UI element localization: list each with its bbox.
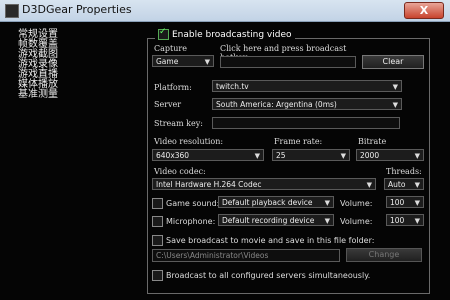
sidebar-item-benchmark[interactable]: 基准测量 bbox=[18, 90, 128, 100]
stream-key-input[interactable] bbox=[212, 117, 400, 129]
game-volume-label: Volume: bbox=[340, 199, 373, 208]
game-sound-label: Game sound: bbox=[166, 199, 220, 208]
framerate-select[interactable]: 25 ▼ bbox=[272, 149, 350, 161]
bitrate-value: 2000 bbox=[360, 151, 380, 160]
game-sound-device-select[interactable]: Default playback device ▼ bbox=[218, 196, 334, 208]
threads-value: Auto bbox=[388, 180, 406, 189]
properties-window: D3DGear Properties X 常规设置 帧数覆盖 游戏截图 游戏录像… bbox=[0, 0, 450, 300]
title-bar[interactable]: D3DGear Properties X bbox=[0, 0, 450, 22]
hotkey-input[interactable] bbox=[220, 56, 356, 68]
checkbox-unchecked-icon bbox=[152, 270, 163, 281]
capture-select[interactable]: Game ▼ bbox=[152, 55, 214, 67]
chevron-down-icon: ▼ bbox=[392, 101, 398, 109]
server-select[interactable]: South America: Argentina (0ms) ▼ bbox=[212, 98, 402, 110]
chevron-down-icon: ▼ bbox=[392, 83, 398, 91]
save-path-input[interactable]: C:\Users\Administrator\Videos bbox=[152, 249, 340, 262]
game-volume-select[interactable]: 100 ▼ bbox=[386, 196, 424, 208]
framerate-value: 25 bbox=[276, 151, 286, 160]
microphone-checkbox[interactable]: Microphone: bbox=[152, 216, 215, 227]
framerate-label: Frame rate: bbox=[274, 137, 323, 146]
platform-select[interactable]: twitch.tv ▼ bbox=[212, 80, 402, 92]
resolution-label: Video resolution: bbox=[154, 137, 224, 146]
chevron-down-icon: ▼ bbox=[254, 152, 260, 160]
threads-label: Threads: bbox=[386, 167, 422, 176]
game-sound-checkbox[interactable]: Game sound: bbox=[152, 198, 219, 209]
checkbox-unchecked-icon bbox=[152, 216, 163, 227]
chevron-down-icon: ▼ bbox=[414, 152, 420, 160]
codec-select[interactable]: Intel Hardware H.264 Codec ▼ bbox=[152, 178, 376, 190]
save-broadcast-checkbox[interactable]: Save broadcast to movie and save in this… bbox=[152, 235, 374, 246]
bitrate-label: Bitrate bbox=[358, 137, 387, 146]
resolution-select[interactable]: 640x360 ▼ bbox=[152, 149, 264, 161]
chevron-down-icon: ▼ bbox=[414, 181, 420, 189]
microphone-device-select[interactable]: Default recording device ▼ bbox=[218, 214, 334, 226]
microphone-label: Microphone: bbox=[166, 217, 216, 226]
capture-value: Game bbox=[156, 57, 179, 66]
chevron-down-icon: ▼ bbox=[324, 217, 330, 225]
save-broadcast-label: Save broadcast to movie and save in this… bbox=[166, 236, 375, 245]
server-label: Server bbox=[154, 100, 182, 109]
chevron-down-icon: ▼ bbox=[340, 152, 346, 160]
chevron-down-icon: ▼ bbox=[366, 181, 372, 189]
app-icon bbox=[5, 4, 19, 18]
close-button[interactable]: X bbox=[404, 2, 444, 19]
all-servers-checkbox[interactable]: Broadcast to all configured servers simu… bbox=[152, 270, 370, 281]
stream-key-label: Stream key: bbox=[154, 119, 203, 128]
mic-volume-select[interactable]: 100 ▼ bbox=[386, 214, 424, 226]
game-volume-value: 100 bbox=[390, 198, 405, 207]
all-servers-label: Broadcast to all configured servers simu… bbox=[166, 271, 371, 280]
bitrate-select[interactable]: 2000 ▼ bbox=[356, 149, 424, 161]
platform-label: Platform: bbox=[154, 83, 192, 92]
checkbox-unchecked-icon bbox=[152, 198, 163, 209]
capture-label: Capture bbox=[154, 44, 187, 53]
enable-broadcast-label: Enable broadcasting video bbox=[172, 30, 292, 40]
server-value: South America: Argentina (0ms) bbox=[216, 100, 337, 109]
game-sound-device-value: Default playback device bbox=[222, 198, 313, 207]
platform-value: twitch.tv bbox=[216, 82, 249, 91]
checkbox-checked-icon bbox=[158, 27, 169, 40]
enable-broadcast-checkbox[interactable]: Enable broadcasting video bbox=[155, 27, 295, 40]
codec-value: Intel Hardware H.264 Codec bbox=[156, 180, 262, 189]
chevron-down-icon: ▼ bbox=[414, 199, 420, 207]
chevron-down-icon: ▼ bbox=[204, 58, 210, 66]
checkbox-unchecked-icon bbox=[152, 235, 163, 246]
sidebar: 常规设置 帧数覆盖 游戏截图 游戏录像 游戏直播 媒体播放 基准测量 bbox=[18, 30, 128, 100]
change-folder-button[interactable]: Change bbox=[346, 248, 422, 262]
mic-volume-label: Volume: bbox=[340, 217, 373, 226]
mic-volume-value: 100 bbox=[390, 216, 405, 225]
clear-button[interactable]: Clear bbox=[362, 55, 424, 69]
window-title: D3DGear Properties bbox=[22, 3, 132, 16]
threads-select[interactable]: Auto ▼ bbox=[384, 178, 424, 190]
chevron-down-icon: ▼ bbox=[324, 199, 330, 207]
microphone-device-value: Default recording device bbox=[222, 216, 315, 225]
chevron-down-icon: ▼ bbox=[414, 217, 420, 225]
resolution-value: 640x360 bbox=[156, 151, 190, 160]
codec-label: Video codec: bbox=[154, 167, 206, 176]
